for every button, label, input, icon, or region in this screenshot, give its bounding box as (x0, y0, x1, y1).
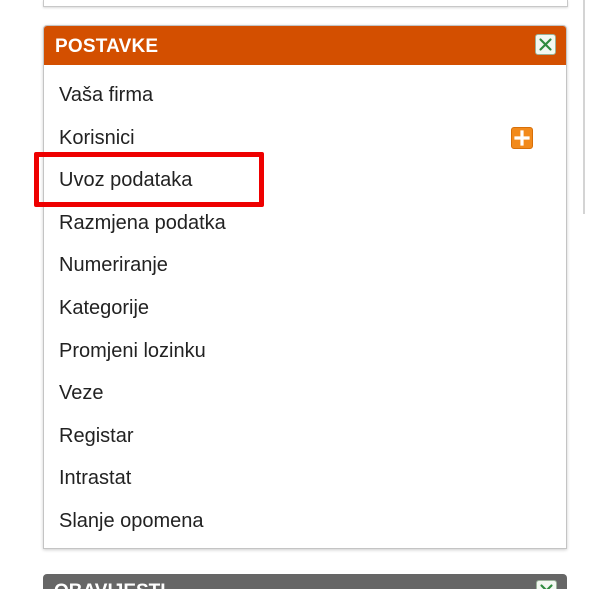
menu-item-intrastat[interactable]: Intrastat (59, 467, 549, 510)
menu-item-kategorije[interactable]: Kategorije (59, 297, 549, 340)
next-panel-title: OBAVIJESTI (54, 581, 166, 589)
menu-item-numeriranje[interactable]: Numeriranje (59, 254, 549, 297)
menu-item-slanje-opomena[interactable]: Slanje opomena (59, 510, 549, 553)
menu-item-promjeni-lozinku[interactable]: Promjeni lozinku (59, 340, 549, 383)
menu-item-veze[interactable]: Veze (59, 382, 549, 425)
settings-panel: POSTAVKE Vaša firma Korisnici Uvoz podat… (43, 25, 567, 549)
close-icon[interactable] (535, 34, 556, 55)
notifications-panel-header: OBAVIJESTI (43, 574, 567, 589)
menu-item-registar[interactable]: Registar (59, 425, 549, 468)
menu-item-vasa-firma[interactable]: Vaša firma (59, 84, 549, 127)
menu-item-razmjena-podatka[interactable]: Razmjena podatka (59, 212, 549, 255)
previous-panel-bottom (43, 0, 568, 7)
right-column-edge (583, 0, 585, 214)
highlight-annotation (34, 152, 264, 207)
panel-title: POSTAVKE (55, 36, 159, 57)
expand-icon[interactable] (536, 580, 557, 589)
plus-icon[interactable] (511, 127, 533, 149)
panel-header: POSTAVKE (44, 26, 566, 65)
